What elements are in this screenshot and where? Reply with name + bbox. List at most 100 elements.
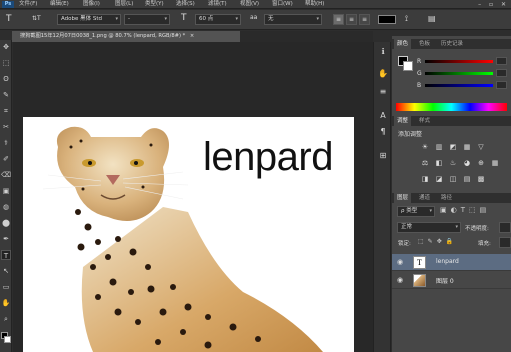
menu-file[interactable]: 文件(F) [19, 1, 37, 8]
antialias-select[interactable]: 无 ▾ [264, 14, 322, 25]
brightness-icon[interactable]: ☀ [420, 142, 430, 152]
type-tool-icon[interactable]: T [1, 250, 11, 260]
green-slider[interactable]: G [417, 69, 507, 78]
font-size-select[interactable]: 60 点 ▾ [195, 14, 241, 25]
color-balance-icon[interactable]: ◧ [434, 158, 444, 168]
guide-icon[interactable]: ⊞ [377, 150, 389, 162]
tab-color[interactable]: 颜色 [394, 39, 412, 49]
lasso-tool-icon[interactable]: ʘ [1, 74, 11, 84]
invert-icon[interactable]: ◨ [420, 174, 430, 184]
hue-saturation-icon[interactable]: ⚖ [420, 158, 430, 168]
hand-tool-icon[interactable]: ✋ [1, 298, 11, 308]
green-track[interactable] [425, 72, 493, 75]
menu-type[interactable]: 类型(Y) [145, 1, 164, 8]
selective-color-icon[interactable]: ▩ [476, 174, 486, 184]
dodge-tool-icon[interactable]: ⬤ [1, 218, 11, 228]
eraser-tool-icon[interactable]: ⌫ [1, 170, 11, 180]
tab-adjustments[interactable]: 调整 [394, 116, 412, 126]
path-select-tool-icon[interactable]: ↖ [1, 266, 11, 276]
black-white-icon[interactable]: ♨ [448, 158, 458, 168]
orientation-toggle-icon[interactable]: ⇅T [32, 15, 41, 22]
character-icon[interactable]: A [377, 110, 389, 122]
menu-help[interactable]: 帮助(H) [305, 1, 324, 8]
menu-edit[interactable]: 编辑(E) [50, 1, 69, 8]
tab-paths[interactable]: 路径 [438, 193, 455, 203]
blur-tool-icon[interactable]: ◍ [1, 202, 11, 212]
menu-window[interactable]: 窗口(W) [272, 1, 293, 8]
paragraph-icon[interactable]: ¶ [377, 126, 389, 138]
align-right-button[interactable]: ≡ [359, 14, 370, 25]
pen-tool-icon[interactable]: ✒ [1, 234, 11, 244]
layer-name[interactable]: 图层 0 [436, 276, 454, 285]
background-color-swatch[interactable] [4, 336, 11, 343]
color-lookup-icon[interactable]: ▦ [490, 158, 500, 168]
align-left-button[interactable]: ≡ [333, 14, 344, 25]
layer-filter-icons[interactable]: ▣◐T⬚▤ [440, 206, 490, 214]
posterize-icon[interactable]: ◪ [434, 174, 444, 184]
tab-styles[interactable]: 样式 [416, 116, 433, 126]
layer-name[interactable]: lenpard [436, 258, 459, 265]
warp-text-icon[interactable]: ⟟ [405, 14, 408, 24]
red-slider[interactable]: R [417, 57, 507, 66]
shape-tool-icon[interactable]: ▭ [1, 282, 11, 292]
healing-tool-icon[interactable]: ⚕ [1, 138, 11, 148]
menu-view[interactable]: 视图(V) [240, 1, 259, 8]
gradient-tool-icon[interactable]: ▣ [1, 186, 11, 196]
blend-mode-select[interactable]: 正常 ▾ [397, 222, 461, 233]
tab-history[interactable]: 历史记录 [438, 39, 466, 49]
blue-value-field[interactable] [496, 81, 507, 89]
levels-icon[interactable]: ▥ [434, 142, 444, 152]
brush-tool-icon[interactable]: ✐ [1, 154, 11, 164]
photo-filter-icon[interactable]: ◕ [462, 158, 472, 168]
menu-image[interactable]: 图像(I) [83, 1, 100, 8]
properties-icon[interactable]: ≡ [377, 86, 389, 98]
vibrance-icon[interactable]: ▽ [476, 142, 486, 152]
menu-select[interactable]: 选择(S) [176, 1, 195, 8]
fill-field[interactable] [499, 237, 511, 248]
layer-filter-select[interactable]: ρ 类型 ▾ [397, 206, 435, 217]
red-value-field[interactable] [496, 57, 507, 65]
green-value-field[interactable] [496, 69, 507, 77]
type-tool-icon[interactable]: T [6, 14, 12, 24]
curves-icon[interactable]: ◩ [448, 142, 458, 152]
document-tab[interactable]: 搜狗截图15年12月07日0038_1.png @ 80.7% (lenpard… [12, 31, 240, 42]
menu-layer[interactable]: 图层(L) [115, 1, 133, 8]
zoom-tool-icon[interactable]: ⌕ [1, 314, 11, 324]
quick-select-tool-icon[interactable]: ✎ [1, 90, 11, 100]
info-icon[interactable]: ℹ [377, 46, 389, 58]
font-family-select[interactable]: Adobe 黑体 Std ▾ [57, 14, 121, 25]
tab-layers[interactable]: 图层 [394, 193, 412, 203]
channel-mixer-icon[interactable]: ⊕ [476, 158, 486, 168]
move-tool-icon[interactable]: ✥ [1, 42, 11, 52]
document-canvas[interactable]: lenpard [23, 117, 354, 352]
gradient-map-icon[interactable]: ▤ [462, 174, 472, 184]
eyedropper-tool-icon[interactable]: ✂ [1, 122, 11, 132]
hand-icon[interactable]: ✋ [377, 68, 389, 80]
threshold-icon[interactable]: ◫ [448, 174, 458, 184]
tab-channels[interactable]: 通道 [416, 193, 433, 203]
marquee-tool-icon[interactable]: ⬚ [1, 58, 11, 68]
green-label: G [417, 70, 422, 77]
visibility-eye-icon[interactable]: ◉ [397, 258, 403, 266]
align-center-button[interactable]: ≡ [346, 14, 357, 25]
menu-filter[interactable]: 滤镜(T) [208, 1, 227, 8]
color-background-swatch[interactable] [403, 61, 413, 71]
opacity-field[interactable] [499, 222, 511, 233]
exposure-icon[interactable]: ▦ [462, 142, 472, 152]
layer-row-text[interactable]: ◉ T lenpard [392, 254, 511, 271]
character-panel-icon[interactable]: ▤ [428, 14, 436, 23]
text-color-swatch[interactable] [378, 15, 396, 24]
tab-swatches[interactable]: 色板 [416, 39, 433, 49]
color-spectrum-bar[interactable] [396, 103, 507, 111]
close-icon[interactable]: × [190, 33, 194, 39]
window-controls[interactable]: – ▫ ✕ [478, 1, 509, 8]
font-style-select[interactable]: - ▾ [124, 14, 170, 25]
blue-track[interactable] [425, 84, 493, 87]
crop-tool-icon[interactable]: ⌗ [1, 106, 11, 116]
red-track[interactable] [425, 60, 493, 63]
canvas-text-layer[interactable]: lenpard [203, 135, 333, 180]
visibility-eye-icon[interactable]: ◉ [397, 276, 403, 284]
blue-slider[interactable]: B [417, 81, 507, 90]
layer-row-image[interactable]: ◉ 图层 0 [392, 272, 511, 289]
lock-icons[interactable]: ⬚✎✥🔒 [418, 238, 457, 245]
